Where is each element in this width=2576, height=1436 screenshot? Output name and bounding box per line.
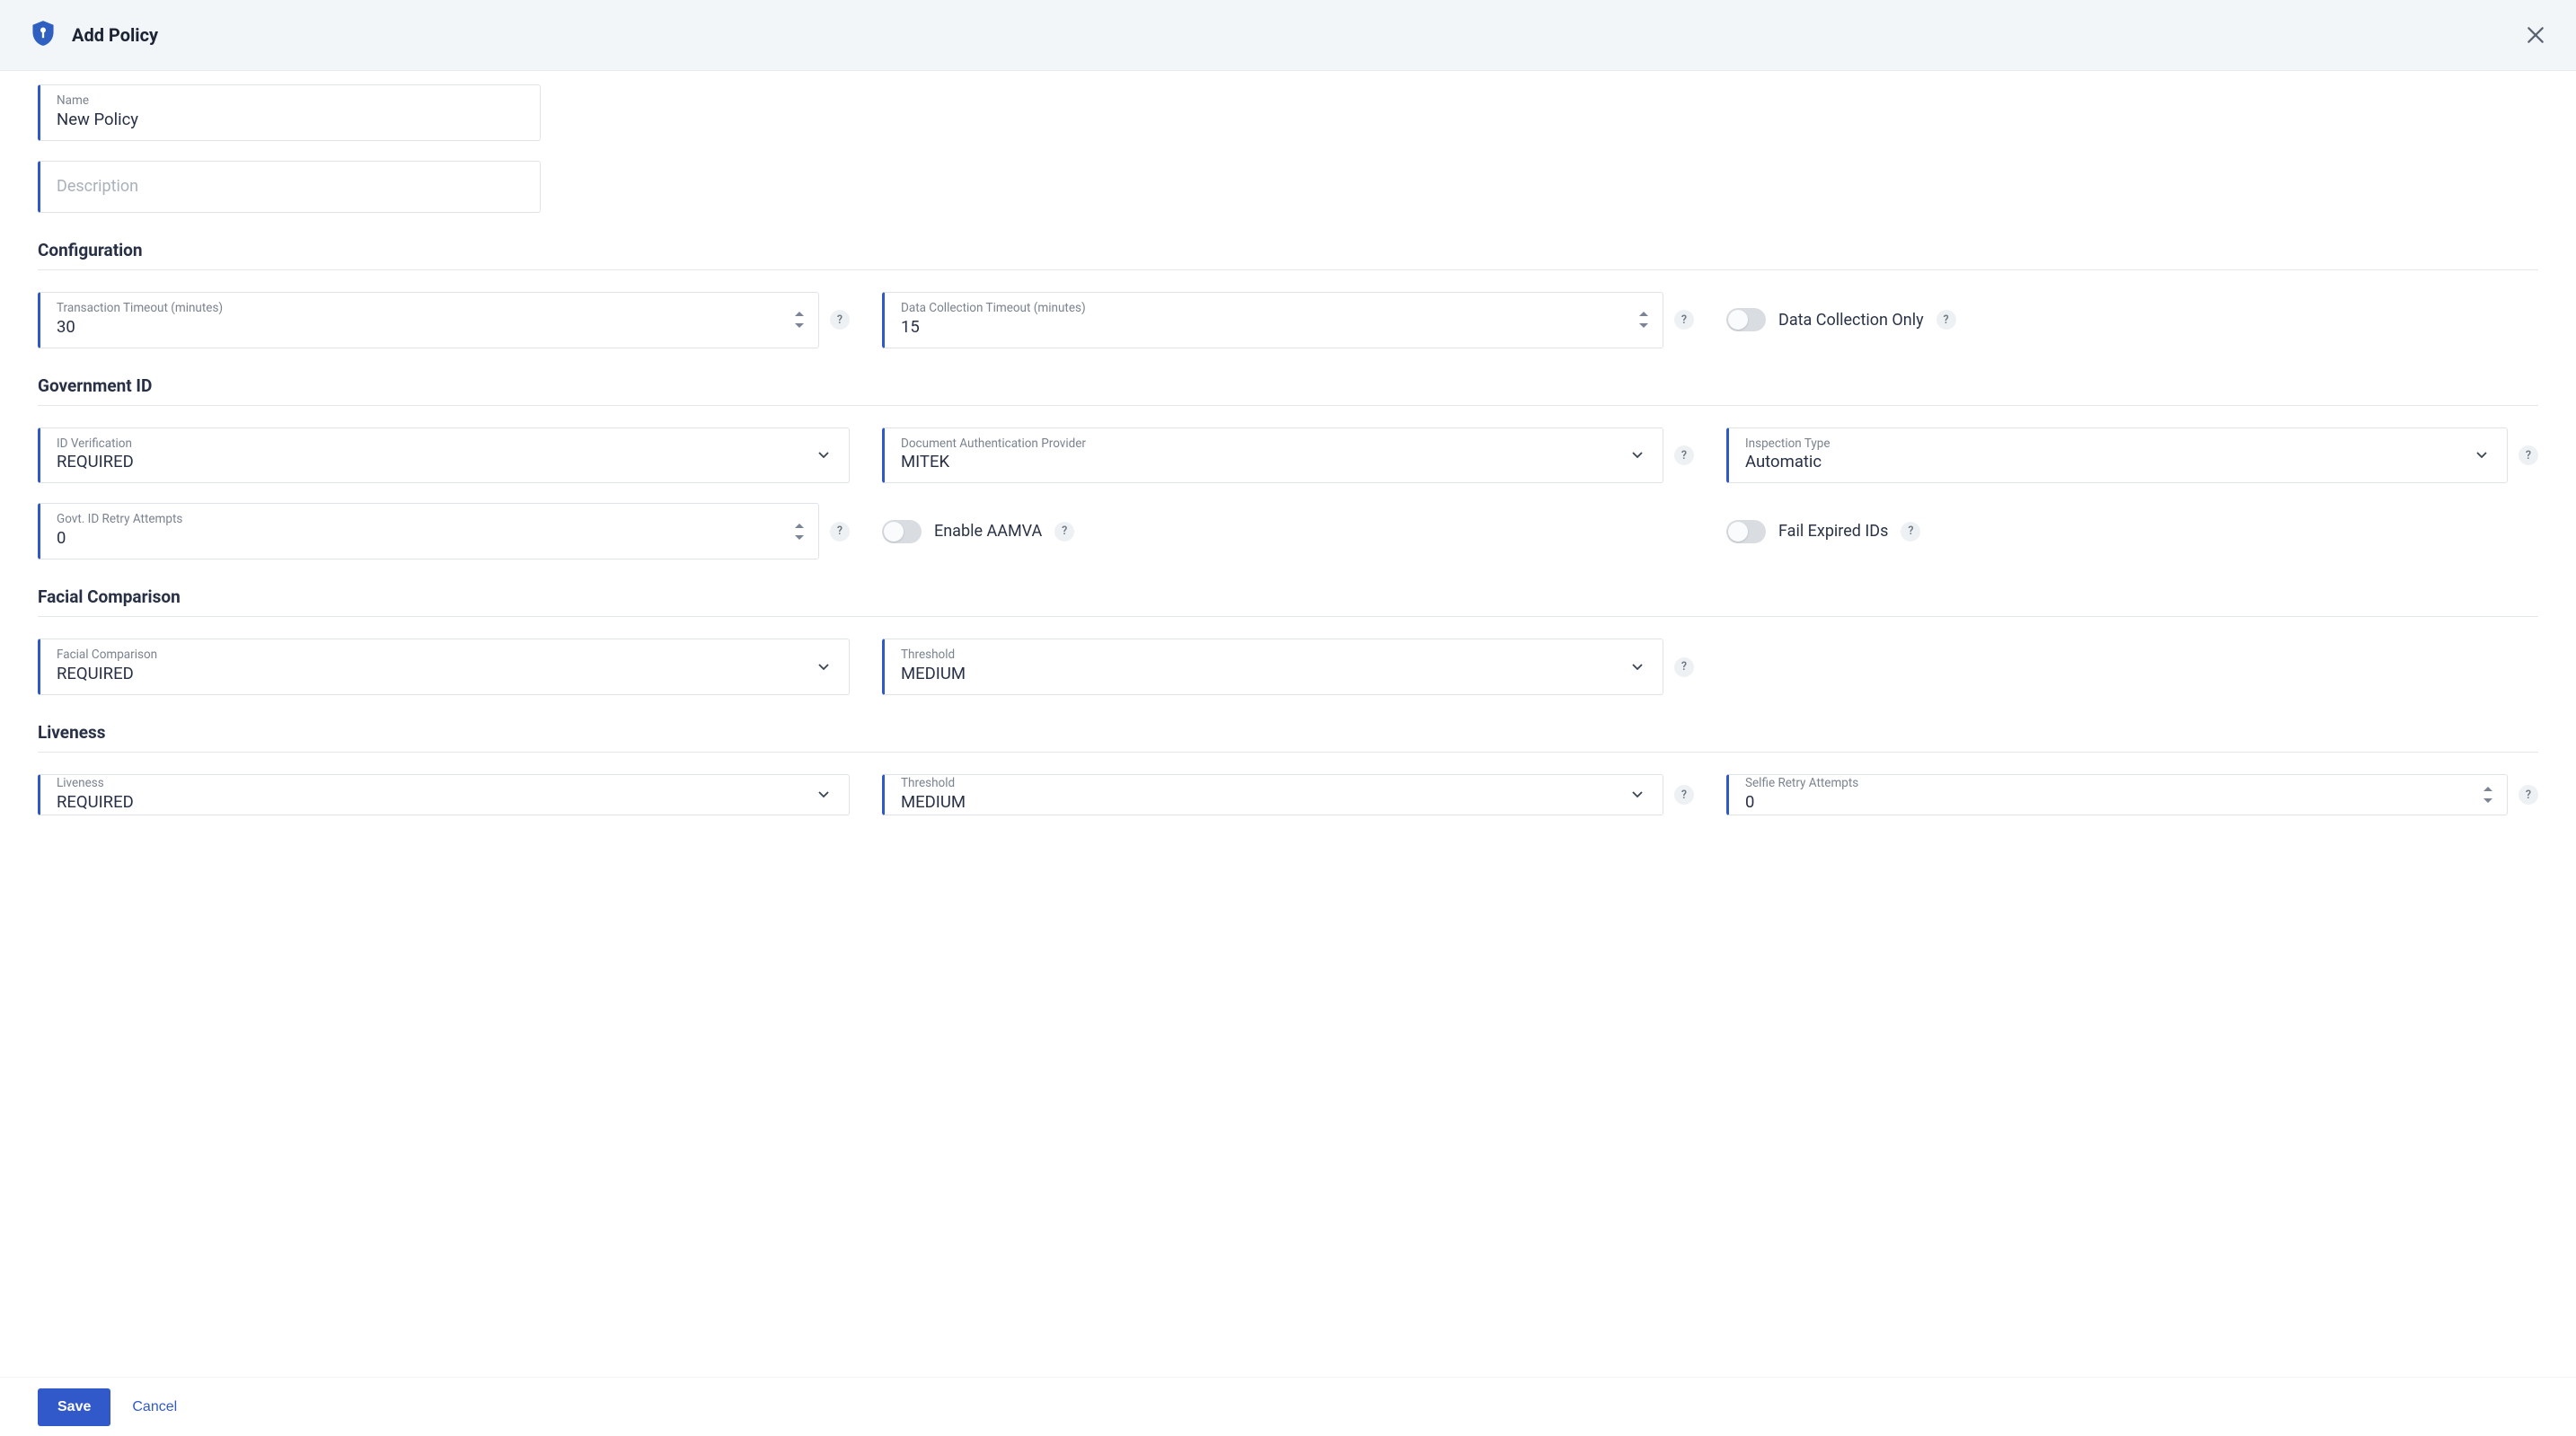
facial-comparison-label: Facial Comparison (57, 648, 834, 662)
spinner-icon[interactable] (795, 293, 804, 348)
govt-id-retry-value: 0 (57, 527, 804, 550)
govt-id-retry-label: Govt. ID Retry Attempts (57, 513, 804, 526)
help-icon[interactable]: ? (2519, 445, 2538, 465)
help-icon[interactable]: ? (1054, 522, 1074, 542)
help-icon[interactable]: ? (1901, 522, 1920, 542)
save-button[interactable]: Save (38, 1388, 110, 1426)
help-icon[interactable]: ? (1674, 310, 1694, 330)
help-icon[interactable]: ? (1674, 785, 1694, 805)
cancel-button[interactable]: Cancel (132, 1399, 177, 1415)
section-title-liveness: Liveness (38, 722, 2538, 753)
doc-auth-provider-select[interactable]: Document Authentication Provider MITEK (882, 427, 1663, 484)
help-icon[interactable]: ? (1674, 445, 1694, 465)
modal-header: Add Policy (0, 0, 2576, 71)
facial-threshold-select[interactable]: Threshold MEDIUM (882, 639, 1663, 695)
facial-threshold-value: MEDIUM (901, 663, 1648, 685)
enable-aamva-toggle[interactable] (882, 520, 922, 543)
liveness-threshold-select[interactable]: Threshold MEDIUM (882, 774, 1663, 815)
data-collection-timeout-value: 15 (901, 316, 1648, 339)
modal-title: Add Policy (72, 24, 158, 46)
fail-expired-ids-label: Fail Expired IDs (1778, 522, 1888, 541)
liveness-label: Liveness (57, 777, 834, 790)
footer-bar: Save Cancel (0, 1377, 2576, 1436)
name-label: Name (57, 94, 525, 108)
data-collection-only-label: Data Collection Only (1778, 311, 1924, 330)
enable-aamva-label: Enable AAMVA (934, 522, 1042, 541)
section-title-configuration: Configuration (38, 240, 2538, 270)
doc-auth-provider-value: MITEK (901, 451, 1648, 473)
facial-threshold-label: Threshold (901, 648, 1648, 662)
fail-expired-ids-toggle[interactable] (1726, 520, 1766, 543)
selfie-retry-field[interactable]: Selfie Retry Attempts 0 (1726, 774, 2508, 815)
liveness-value: REQUIRED (57, 791, 834, 814)
form-scroll-area[interactable]: Name New Policy Description Configuratio… (0, 68, 2576, 1377)
inspection-type-label: Inspection Type (1745, 437, 2492, 451)
help-icon[interactable]: ? (2519, 785, 2538, 805)
liveness-threshold-label: Threshold (901, 777, 1648, 790)
spinner-icon[interactable] (1639, 293, 1648, 348)
spinner-icon[interactable] (2483, 775, 2492, 815)
section-title-government-id: Government ID (38, 375, 2538, 406)
id-verification-select[interactable]: ID Verification REQUIRED (38, 427, 850, 484)
help-icon[interactable]: ? (1936, 310, 1956, 330)
section-title-facial: Facial Comparison (38, 586, 2538, 617)
transaction-timeout-field[interactable]: Transaction Timeout (minutes) 30 (38, 292, 819, 348)
description-placeholder: Description (57, 177, 525, 196)
inspection-type-value: Automatic (1745, 451, 2492, 473)
description-field[interactable]: Description (38, 161, 541, 213)
transaction-timeout-label: Transaction Timeout (minutes) (57, 302, 804, 315)
facial-comparison-value: REQUIRED (57, 663, 834, 685)
name-value: New Policy (57, 109, 525, 131)
help-icon[interactable]: ? (1674, 657, 1694, 677)
inspection-type-select[interactable]: Inspection Type Automatic (1726, 427, 2508, 484)
data-collection-timeout-label: Data Collection Timeout (minutes) (901, 302, 1648, 315)
transaction-timeout-value: 30 (57, 316, 804, 339)
help-icon[interactable]: ? (830, 522, 850, 542)
spinner-icon[interactable] (795, 504, 804, 559)
liveness-select[interactable]: Liveness REQUIRED (38, 774, 850, 815)
shield-icon (31, 20, 56, 50)
selfie-retry-value: 0 (1745, 791, 2492, 814)
govt-id-retry-field[interactable]: Govt. ID Retry Attempts 0 (38, 503, 819, 559)
close-button[interactable] (2522, 22, 2549, 48)
data-collection-only-toggle[interactable] (1726, 308, 1766, 331)
facial-comparison-select[interactable]: Facial Comparison REQUIRED (38, 639, 850, 695)
id-verification-value: REQUIRED (57, 451, 834, 473)
name-field[interactable]: Name New Policy (38, 84, 541, 141)
data-collection-timeout-field[interactable]: Data Collection Timeout (minutes) 15 (882, 292, 1663, 348)
id-verification-label: ID Verification (57, 437, 834, 451)
doc-auth-provider-label: Document Authentication Provider (901, 437, 1648, 451)
liveness-threshold-value: MEDIUM (901, 791, 1648, 814)
help-icon[interactable]: ? (830, 310, 850, 330)
selfie-retry-label: Selfie Retry Attempts (1745, 777, 2492, 790)
